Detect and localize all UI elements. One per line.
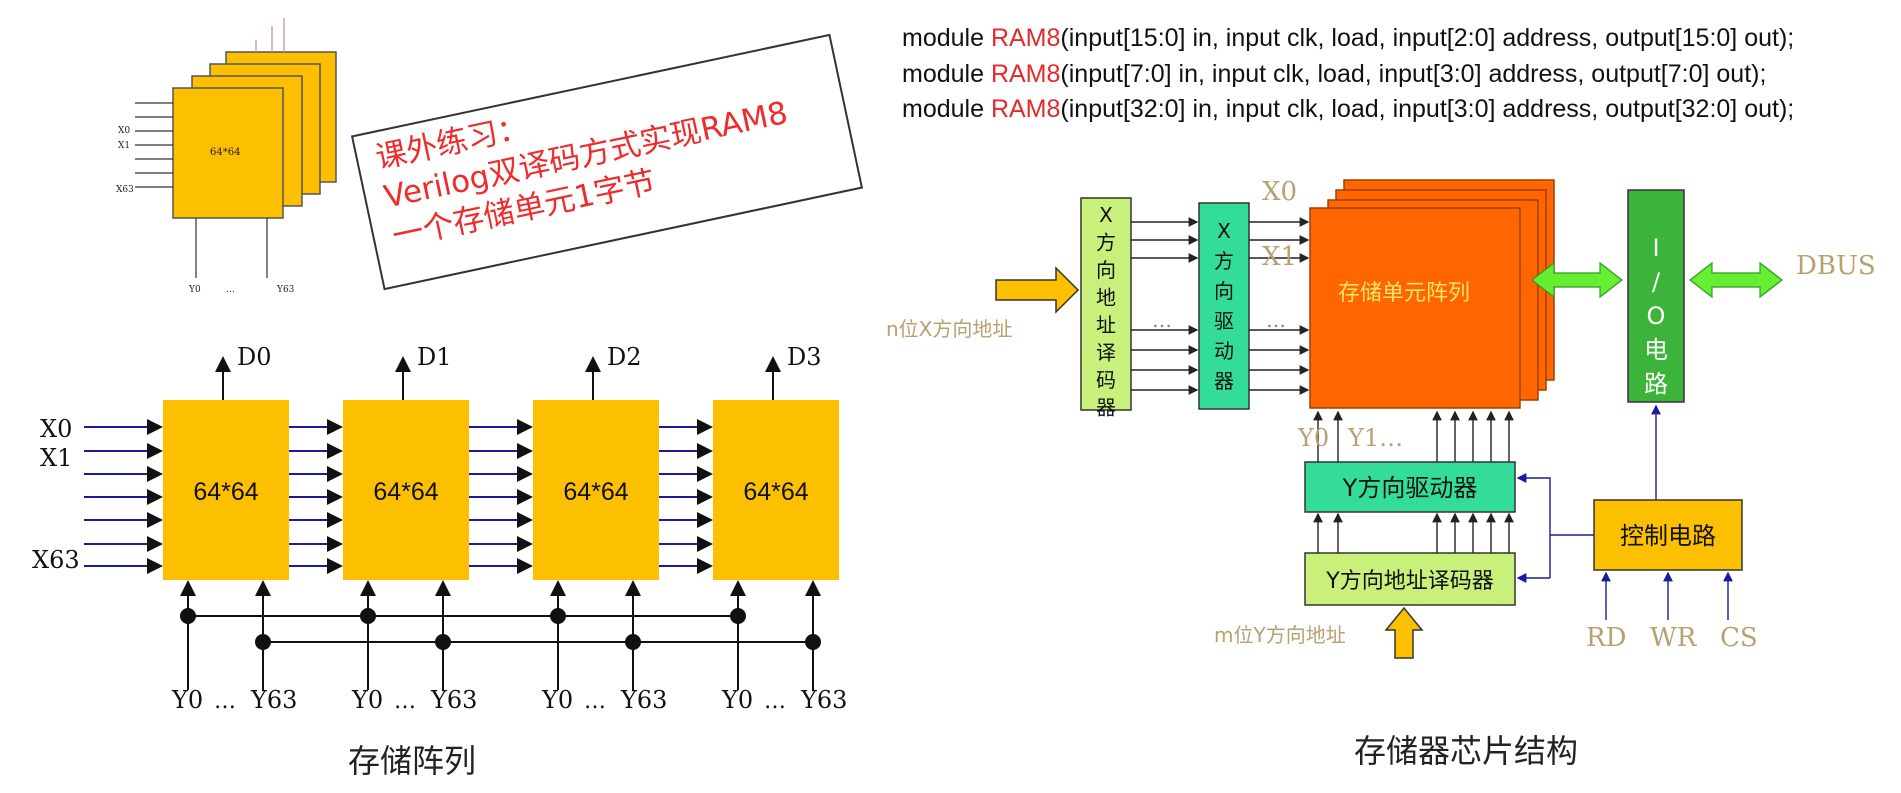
y-driver-label: Y方向驱动器 [1342,474,1478,502]
signal-wr: WR [1650,623,1698,653]
y-label-y0: Y0 [1297,424,1329,452]
m-address-label: m位Y方向地址 [1214,623,1346,647]
dbus-label: DBUS [1796,251,1876,281]
chip-structure-diagram: 存储单元阵列 X 方向地址译码器 X 方向驱动器 X0 X1 … … n位X方向地址… [886,177,1876,770]
n-address-arrow [995,266,1080,314]
n-address-label: n位X方向地址 [886,317,1012,341]
y-label-y1: Y1… [1347,424,1403,452]
chip-structure-caption: 存储器芯片结构 [1354,732,1578,770]
cell-array-label: 存储单元阵列 [1338,281,1470,306]
control-circuit-label: 控制电路 [1620,522,1716,550]
y-decoder-label: Y方向地址译码器 [1325,569,1493,594]
x-dots-1: … [1152,308,1172,332]
m-address-arrow [1384,606,1424,659]
control-to-y-driver-line [1516,473,1551,578]
x-label-x1: X1 [1262,242,1297,272]
x-dots-2: … [1266,308,1286,332]
cell-array-box [1309,207,1521,409]
io-dbus-bidir-arrow [1689,261,1783,299]
x-label-x0: X0 [1262,177,1297,207]
signal-cs: CS [1720,623,1758,653]
signal-rd: RD [1586,623,1626,653]
